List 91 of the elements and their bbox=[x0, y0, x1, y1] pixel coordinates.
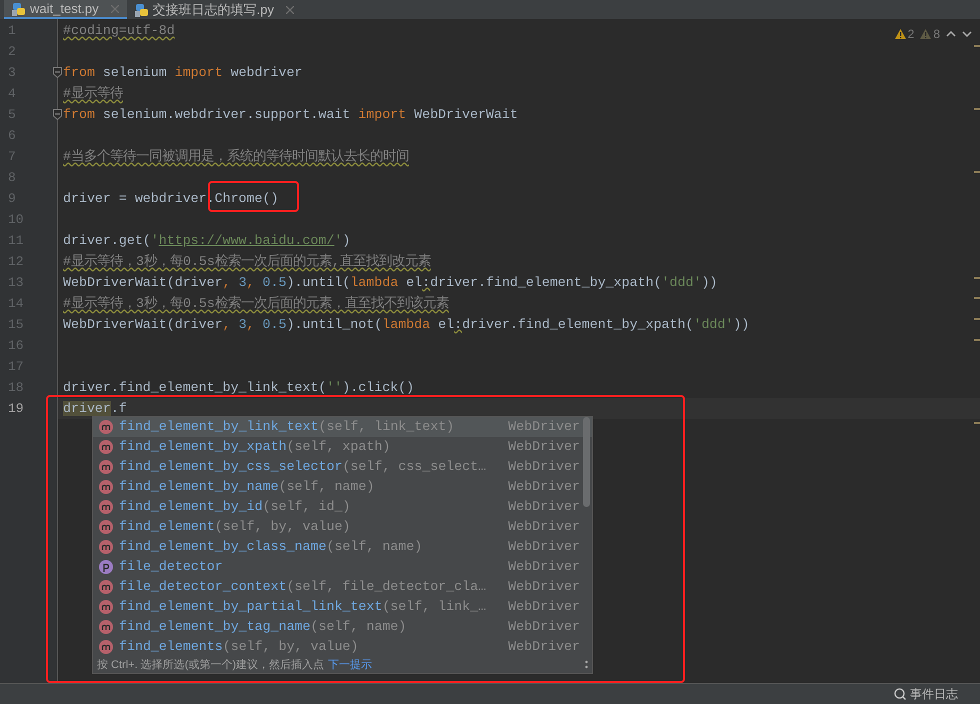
fold-icon[interactable] bbox=[53, 67, 62, 78]
code-line: from selenium import webdriver bbox=[63, 64, 302, 82]
completion-item[interactable]: find_element_by_partial_link_text(self, link_… WebDriver bbox=[93, 597, 592, 617]
fold-icon[interactable] bbox=[53, 109, 62, 120]
completion-item[interactable]: find_element_by_link_text(self, link_text) WebDriver bbox=[93, 417, 592, 437]
error-stripe-mark[interactable] bbox=[974, 108, 980, 110]
completion-item[interactable]: find_element_by_xpath(self, xpath) WebDriver bbox=[93, 437, 592, 457]
completion-text: file_detector_context(self, file_detector_cla… bbox=[119, 578, 488, 596]
type-label: WebDriver bbox=[508, 498, 580, 516]
completion-item[interactable]: find_element(self, by, value) WebDriver bbox=[93, 517, 592, 537]
completion-text: find_element_by_link_text(self, link_text) bbox=[119, 418, 456, 436]
code-line: driver.find_element_by_link_text('').click() bbox=[63, 378, 414, 397]
method-icon bbox=[99, 440, 113, 454]
method-icon bbox=[99, 520, 113, 534]
completion-item[interactable]: file_detector WebDriver bbox=[93, 557, 592, 577]
type-label: WebDriver bbox=[508, 458, 580, 476]
error-stripe-mark[interactable] bbox=[974, 318, 980, 320]
code-line: WebDriverWait(driver, 3, 0.5).until(lambda el:driver.find_element_by_xpath('ddd')) bbox=[63, 274, 718, 292]
close-icon[interactable] bbox=[110, 4, 119, 12]
completion-item[interactable]: find_elements(self, by, value) WebDriver bbox=[93, 637, 592, 657]
type-label: WebDriver bbox=[508, 598, 580, 616]
method-icon bbox=[99, 600, 113, 614]
scrollbar[interactable] bbox=[583, 417, 590, 507]
chevron-down-icon[interactable] bbox=[962, 31, 972, 37]
type-label: WebDriver bbox=[508, 618, 580, 636]
completion-text: find_element_by_id(self, id_) bbox=[119, 498, 352, 516]
completion-text: find_element_by_xpath(self, xpath) bbox=[119, 438, 392, 456]
method-icon bbox=[99, 580, 113, 594]
method-icon bbox=[99, 640, 113, 654]
error-stripe-mark[interactable] bbox=[974, 297, 980, 299]
completion-item[interactable]: find_element_by_tag_name(self, name) WebDriver bbox=[93, 617, 592, 637]
hint-text: 按 Ctrl+. 选择所选(或第一个)建议，然后插入点 bbox=[97, 660, 324, 670]
method-icon bbox=[99, 480, 113, 494]
event-log-button[interactable]: 事件日志 bbox=[910, 685, 958, 703]
method-icon bbox=[99, 460, 113, 474]
warning-count[interactable]: 2 bbox=[908, 25, 914, 43]
method-icon bbox=[99, 420, 113, 434]
code-line: #显示等待，3秒，每0.5s检索一次后面的元素，直至找不到该元素 bbox=[63, 294, 449, 313]
completion-item[interactable]: find_element_by_class_name(self, name) WebDriver bbox=[93, 537, 592, 557]
type-label: WebDriver bbox=[508, 438, 580, 456]
completion-text: find_element(self, by, value) bbox=[119, 518, 352, 536]
code-line: #显示等待，3秒，每0.5s检索一次后面的元素,直至找到改元素 bbox=[63, 252, 431, 271]
method-icon bbox=[99, 540, 113, 554]
error-stripe-mark[interactable] bbox=[974, 422, 980, 424]
error-stripe-mark[interactable] bbox=[974, 45, 980, 47]
tab-label: 交接班日志的填写.py bbox=[152, 0, 274, 19]
type-label: WebDriver bbox=[508, 638, 580, 656]
method-icon bbox=[99, 620, 113, 634]
code-line: driver.f bbox=[63, 400, 127, 418]
method-icon bbox=[99, 500, 113, 514]
tab-label: wait_test.py bbox=[30, 0, 99, 18]
completion-text: find_elements(self, by, value) bbox=[119, 638, 360, 656]
python-file-icon bbox=[134, 2, 149, 16]
next-tip-link[interactable]: 下一提示 bbox=[328, 660, 372, 670]
warning-icon bbox=[920, 29, 932, 39]
code-line: #显示等待 bbox=[63, 84, 123, 103]
completion-text: find_element_by_css_selector(self, css_select… bbox=[119, 458, 488, 476]
code-line: WebDriverWait(driver, 3, 0.5).until_not(lambda el:driver.find_element_by_xpath('ddd')) bbox=[63, 316, 750, 334]
type-label: WebDriver bbox=[508, 578, 580, 596]
code-line: #当多个等待一同被调用是，系统的等待时间默认去长的时间 bbox=[63, 148, 409, 166]
error-stripe-mark[interactable] bbox=[974, 171, 980, 173]
search-icon bbox=[894, 688, 906, 700]
completion-item[interactable]: find_element_by_css_selector(self, css_select… WebDriver bbox=[93, 457, 592, 477]
completion-text: find_element_by_class_name(self, name) bbox=[119, 538, 424, 556]
completion-item[interactable]: find_element_by_id(self, id_) WebDriver bbox=[93, 497, 592, 517]
type-label: WebDriver bbox=[508, 478, 580, 496]
completion-text: file_detector bbox=[119, 558, 224, 576]
completion-text: find_element_by_partial_link_text(self, link_… bbox=[119, 598, 488, 616]
completion-text: find_element_by_tag_name(self, name) bbox=[119, 618, 408, 636]
error-stripe-mark[interactable] bbox=[974, 339, 980, 341]
type-label: WebDriver bbox=[508, 418, 580, 436]
completion-item[interactable]: find_element_by_name(self, name) WebDriver bbox=[93, 477, 592, 497]
code-line: #coding=utf-8d bbox=[63, 22, 175, 40]
close-icon[interactable] bbox=[286, 6, 294, 14]
code-line: from selenium.webdriver.support.wait import WebDriverWait bbox=[63, 106, 518, 124]
editor-tab[interactable]: wait_test.py bbox=[4, 0, 127, 19]
completion-item[interactable]: file_detector_context(self, file_detector_cla… WebDriver bbox=[93, 577, 592, 597]
python-file-icon bbox=[12, 2, 26, 16]
code-line: driver.get('https://www.baidu.com/') bbox=[63, 232, 350, 250]
error-stripe-mark[interactable] bbox=[974, 277, 980, 279]
completion-text: find_element_by_name(self, name) bbox=[119, 478, 376, 496]
more-icon[interactable] bbox=[585, 660, 588, 670]
type-label: WebDriver bbox=[508, 538, 580, 556]
type-label: WebDriver bbox=[508, 558, 580, 576]
property-icon bbox=[99, 560, 113, 574]
chevron-up-icon[interactable] bbox=[946, 31, 956, 37]
type-label: WebDriver bbox=[508, 518, 580, 536]
warning-count[interactable]: 8 bbox=[933, 25, 940, 43]
editor-tab[interactable]: 交接班日志的填写.py bbox=[126, 0, 302, 19]
line-number: 19 bbox=[7, 400, 24, 418]
warning-icon bbox=[894, 29, 906, 39]
